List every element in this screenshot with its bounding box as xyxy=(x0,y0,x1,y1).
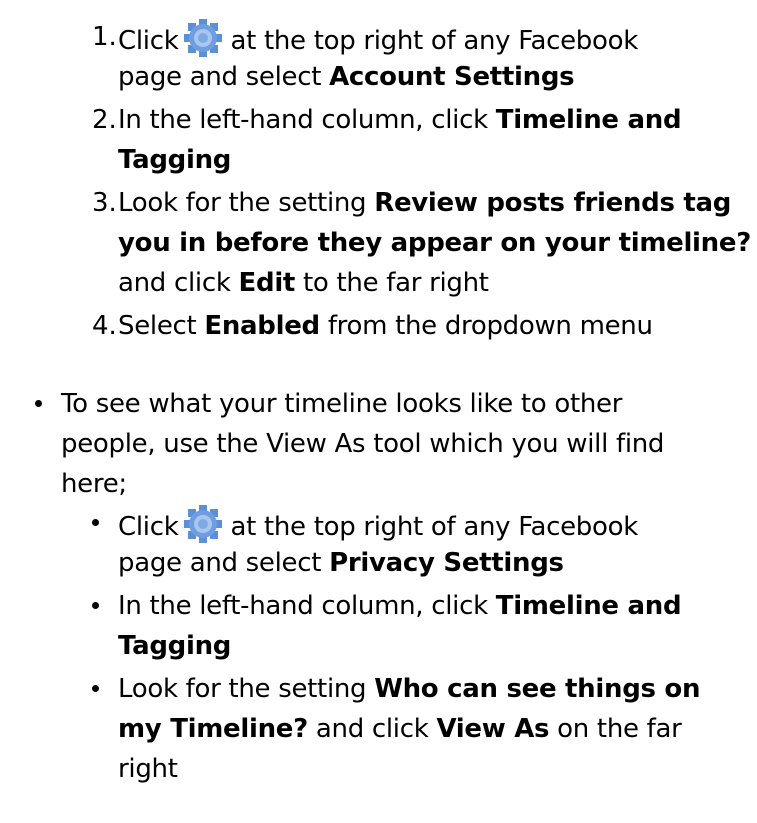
step-bold-text: Review posts friends tag xyxy=(374,188,732,218)
sub-item-bold-text: Who can see things on xyxy=(374,674,701,704)
bullet-dot xyxy=(35,400,42,407)
sub-bullet-dot xyxy=(92,519,99,526)
sub-item-bold-text: my Timeline? xyxy=(118,714,308,744)
sub-item-text: on the far xyxy=(549,714,682,744)
step-2-line-1: In the left-hand column, click Timeline … xyxy=(118,100,682,140)
sub-item-bold-text: Privacy Settings xyxy=(329,548,564,578)
step-number: 2. xyxy=(92,105,117,135)
sub-item-1-line-1: Click at the top right of any Facebook xyxy=(118,503,638,543)
sub-item-text: at the top right of any Facebook xyxy=(230,512,638,542)
sub-item-text: Look for the setting xyxy=(118,674,375,704)
step-text: In the left-hand column, click xyxy=(118,105,496,135)
step-2-line-2: Tagging xyxy=(118,140,231,180)
step-3-line-3: and click Edit to the far right xyxy=(118,263,489,303)
step-number: 1. xyxy=(92,22,117,52)
sub-item-3-line-2: my Timeline? and click View As on the fa… xyxy=(118,709,682,749)
step-text: at the top right of any Facebook xyxy=(230,26,638,56)
step-4-line-1: Select Enabled from the dropdown menu xyxy=(118,306,653,346)
sub-item-bold-text: View As xyxy=(436,714,550,744)
intro-line-1: To see what your timeline looks like to … xyxy=(61,389,623,419)
step-1-line-2: page and select Account Settings xyxy=(118,57,575,97)
step-text: Select xyxy=(118,311,205,341)
step-text: and click xyxy=(118,268,239,298)
step-text: Click xyxy=(118,26,179,56)
sub-item-bold-text: Tagging xyxy=(118,631,232,661)
sub-item-text: and click xyxy=(307,714,437,744)
sub-item-bold-text: Timeline and xyxy=(495,591,682,621)
sub-bullet-dot xyxy=(92,685,99,692)
gear-icon xyxy=(182,17,224,59)
step-3-line-2: you in before they appear on your timeli… xyxy=(118,223,751,263)
step-text: from the dropdown menu xyxy=(319,311,653,341)
sub-item-3-line-1: Look for the setting Who can see things … xyxy=(118,669,701,709)
step-bold-text: Tagging xyxy=(118,145,232,175)
gear-icon xyxy=(182,503,224,545)
step-text: to the far right xyxy=(295,268,489,298)
step-1-line-1: Click at the top right of any Facebook xyxy=(118,17,638,57)
step-bold-text: Timeline and xyxy=(495,105,682,135)
step-bold-text: you in before they appear on your timeli… xyxy=(118,228,751,258)
step-text: page and select xyxy=(118,62,330,92)
sub-item-text: Click xyxy=(118,512,179,542)
step-bold-text: Enabled xyxy=(204,311,320,341)
intro-line-3: here; xyxy=(61,469,127,499)
step-bold-text: Edit xyxy=(238,268,296,298)
intro-line-2: people, use the View As tool which you w… xyxy=(61,429,665,459)
step-number: 4. xyxy=(92,311,117,341)
sub-item-text: In the left-hand column, click xyxy=(118,591,496,621)
step-bold-text: Account Settings xyxy=(329,62,575,92)
sub-item-text: page and select xyxy=(118,548,330,578)
step-number: 3. xyxy=(92,188,117,218)
sub-item-3-line-3: right xyxy=(118,749,178,789)
sub-item-2-line-1: In the left-hand column, click Timeline … xyxy=(118,586,682,626)
sub-item-text: right xyxy=(118,754,178,784)
sub-bullet-dot xyxy=(92,602,99,609)
step-3-line-1: Look for the setting Review posts friend… xyxy=(118,183,731,223)
sub-item-2-line-2: Tagging xyxy=(118,626,231,666)
step-text: Look for the setting xyxy=(118,188,375,218)
sub-item-1-line-2: page and select Privacy Settings xyxy=(118,543,564,583)
